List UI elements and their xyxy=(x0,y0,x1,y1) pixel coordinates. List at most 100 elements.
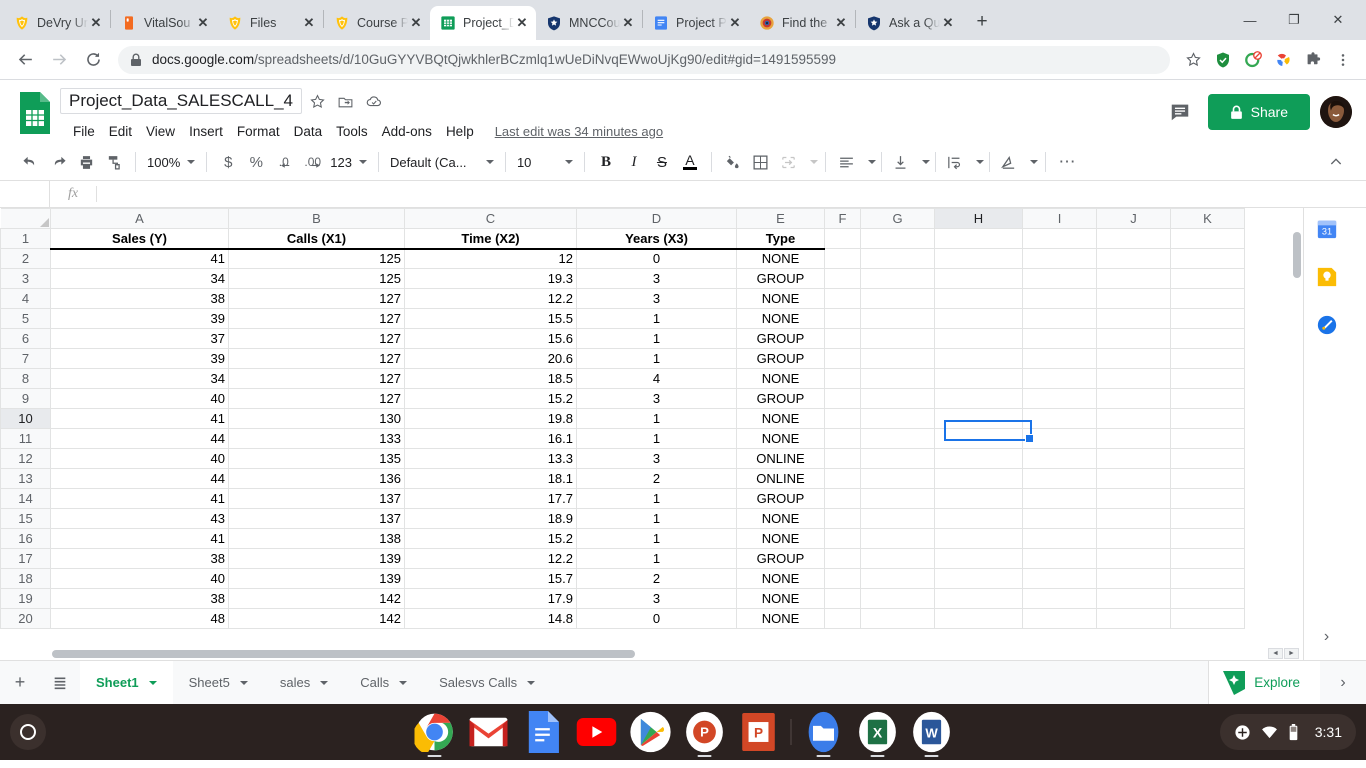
font-size-selector[interactable]: 10 xyxy=(513,148,577,176)
data-cell[interactable] xyxy=(1096,388,1171,409)
redo-icon[interactable] xyxy=(44,148,72,176)
data-cell[interactable] xyxy=(860,248,935,269)
tab-close-icon[interactable]: ✕ xyxy=(620,15,636,31)
data-cell[interactable]: ONLINE xyxy=(736,448,825,469)
data-cell[interactable] xyxy=(1096,488,1171,509)
data-cell[interactable]: 136 xyxy=(228,468,405,489)
bookmark-star-icon[interactable] xyxy=(1178,45,1208,75)
data-cell[interactable] xyxy=(934,488,1023,509)
data-cell[interactable] xyxy=(860,308,935,329)
font-selector[interactable]: Default (Ca... xyxy=(386,148,498,176)
data-cell[interactable] xyxy=(934,468,1023,489)
data-cell[interactable]: 138 xyxy=(228,528,405,549)
data-cell[interactable] xyxy=(1170,528,1245,549)
data-cell[interactable] xyxy=(1170,428,1245,449)
horizontal-align-icon[interactable] xyxy=(833,148,861,176)
data-cell[interactable] xyxy=(1170,448,1245,469)
data-cell[interactable] xyxy=(860,528,935,549)
browser-tab[interactable]: Project_D ✕ xyxy=(430,6,536,40)
adblock-icon[interactable] xyxy=(1238,45,1268,75)
borders-icon[interactable] xyxy=(747,148,775,176)
shield-check-icon[interactable] xyxy=(1208,45,1238,75)
all-sheets-icon[interactable] xyxy=(40,661,80,705)
sheet-tab-sales[interactable]: sales xyxy=(264,661,344,705)
data-cell[interactable] xyxy=(860,488,935,509)
data-cell[interactable] xyxy=(1022,468,1097,489)
column-header-J[interactable]: J xyxy=(1096,208,1171,229)
data-cell[interactable] xyxy=(824,588,861,609)
data-cell[interactable] xyxy=(1022,568,1097,589)
data-cell[interactable] xyxy=(1022,388,1097,409)
empty-cell[interactable] xyxy=(1022,228,1097,249)
menu-edit[interactable]: Edit xyxy=(102,121,139,142)
data-cell[interactable] xyxy=(824,428,861,449)
data-cell[interactable] xyxy=(824,548,861,569)
data-cell[interactable]: NONE xyxy=(736,608,825,629)
data-cell[interactable] xyxy=(1096,308,1171,329)
data-cell[interactable] xyxy=(1022,308,1097,329)
column-header-D[interactable]: D xyxy=(576,208,737,229)
data-cell[interactable] xyxy=(824,368,861,389)
column-title-cell[interactable]: Years (X3) xyxy=(576,228,737,250)
row-header-12[interactable]: 12 xyxy=(0,448,51,469)
data-cell[interactable]: NONE xyxy=(736,568,825,589)
browser-tab[interactable]: Ask a Qu ✕ xyxy=(856,6,962,40)
select-all-corner[interactable] xyxy=(0,208,51,229)
sheet-tab-sheet5[interactable]: Sheet5 xyxy=(173,661,264,705)
browser-tab[interactable]: VitalSou ✕ xyxy=(111,6,217,40)
data-cell[interactable]: 1 xyxy=(576,428,737,449)
data-cell[interactable]: ONLINE xyxy=(736,468,825,489)
new-tab-button[interactable]: + xyxy=(968,9,996,37)
menu-view[interactable]: View xyxy=(139,121,182,142)
data-cell[interactable] xyxy=(860,548,935,569)
row-header-16[interactable]: 16 xyxy=(0,528,51,549)
data-cell[interactable]: 16.1 xyxy=(404,428,577,449)
sheet-tab-caret-icon[interactable] xyxy=(148,680,157,685)
data-cell[interactable]: NONE xyxy=(736,508,825,529)
data-cell[interactable] xyxy=(1170,268,1245,289)
currency-format-button[interactable]: $ xyxy=(214,148,242,176)
browser-tab[interactable]: Files ✕ xyxy=(217,6,323,40)
data-cell[interactable]: 20.6 xyxy=(404,348,577,369)
column-header-G[interactable]: G xyxy=(860,208,935,229)
data-cell[interactable] xyxy=(860,448,935,469)
data-cell[interactable]: 18.1 xyxy=(404,468,577,489)
data-cell[interactable] xyxy=(934,428,1023,449)
data-cell[interactable] xyxy=(1022,588,1097,609)
empty-cell[interactable] xyxy=(934,228,1023,249)
data-cell[interactable]: NONE xyxy=(736,408,825,429)
data-cell[interactable] xyxy=(934,508,1023,529)
data-cell[interactable]: 135 xyxy=(228,448,405,469)
more-toolbar-button[interactable]: ⋯ xyxy=(1053,148,1081,176)
data-cell[interactable] xyxy=(1170,288,1245,309)
launcher-icon[interactable] xyxy=(10,714,46,750)
data-cell[interactable]: 40 xyxy=(50,388,229,409)
data-cell[interactable] xyxy=(1170,488,1245,509)
vertical-scrollbar[interactable] xyxy=(1291,230,1303,638)
sheet-tab-salesvs-calls[interactable]: Salesvs Calls xyxy=(423,661,551,705)
number-format-selector[interactable]: 123 xyxy=(326,148,371,176)
maximize-button[interactable]: ❐ xyxy=(1272,3,1316,37)
data-cell[interactable] xyxy=(860,348,935,369)
data-cell[interactable] xyxy=(1096,588,1171,609)
data-cell[interactable] xyxy=(934,408,1023,429)
data-cell[interactable]: 18.9 xyxy=(404,508,577,529)
data-cell[interactable] xyxy=(824,448,861,469)
data-cell[interactable]: 12.2 xyxy=(404,288,577,309)
data-cell[interactable]: 4 xyxy=(576,368,737,389)
data-cell[interactable] xyxy=(824,328,861,349)
data-cell[interactable] xyxy=(1096,368,1171,389)
data-cell[interactable]: NONE xyxy=(736,288,825,309)
data-cell[interactable]: 127 xyxy=(228,328,405,349)
minimize-button[interactable]: — xyxy=(1228,3,1272,37)
move-to-folder-icon[interactable] xyxy=(334,89,358,113)
column-header-C[interactable]: C xyxy=(404,208,577,229)
data-cell[interactable]: 127 xyxy=(228,368,405,389)
row-header-17[interactable]: 17 xyxy=(0,548,51,569)
bold-button[interactable]: B xyxy=(592,148,620,176)
data-cell[interactable]: GROUP xyxy=(736,348,825,369)
data-cell[interactable]: 14.8 xyxy=(404,608,577,629)
data-cell[interactable] xyxy=(1170,328,1245,349)
column-title-cell[interactable]: Type xyxy=(736,228,825,250)
data-cell[interactable] xyxy=(1170,368,1245,389)
